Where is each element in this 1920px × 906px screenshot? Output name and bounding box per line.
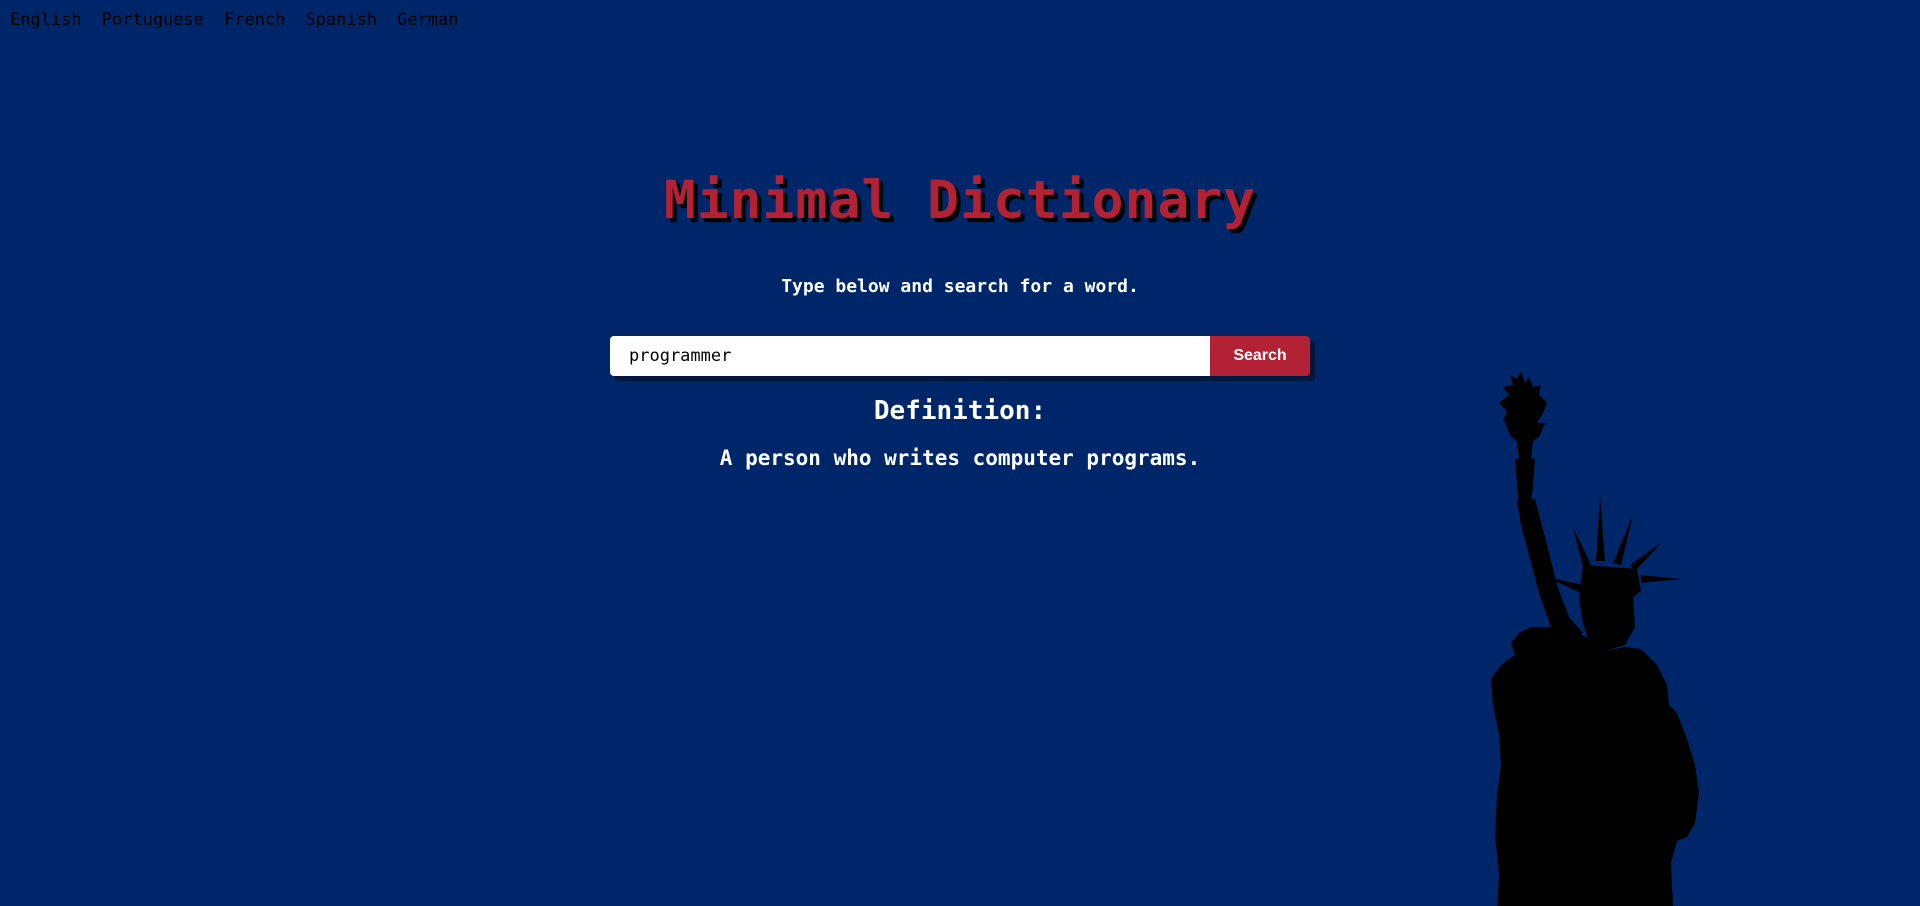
language-link-french[interactable]: French — [224, 10, 285, 30]
language-link-portuguese[interactable]: Portuguese — [102, 10, 204, 30]
language-link-german[interactable]: German — [397, 10, 458, 30]
search-button[interactable]: Search — [1210, 336, 1310, 376]
page-subtitle: Type below and search for a word. — [781, 276, 1139, 297]
language-link-spanish[interactable]: Spanish — [305, 10, 377, 30]
page: English Portuguese French Spanish German… — [0, 0, 1920, 906]
search-form: Search — [610, 336, 1310, 376]
language-nav: English Portuguese French Spanish German — [10, 10, 459, 30]
page-title: Minimal Dictionary — [663, 170, 1257, 231]
statue-of-liberty-icon — [1491, 371, 1699, 906]
language-link-english[interactable]: English — [10, 10, 82, 30]
search-input[interactable] — [610, 336, 1210, 376]
